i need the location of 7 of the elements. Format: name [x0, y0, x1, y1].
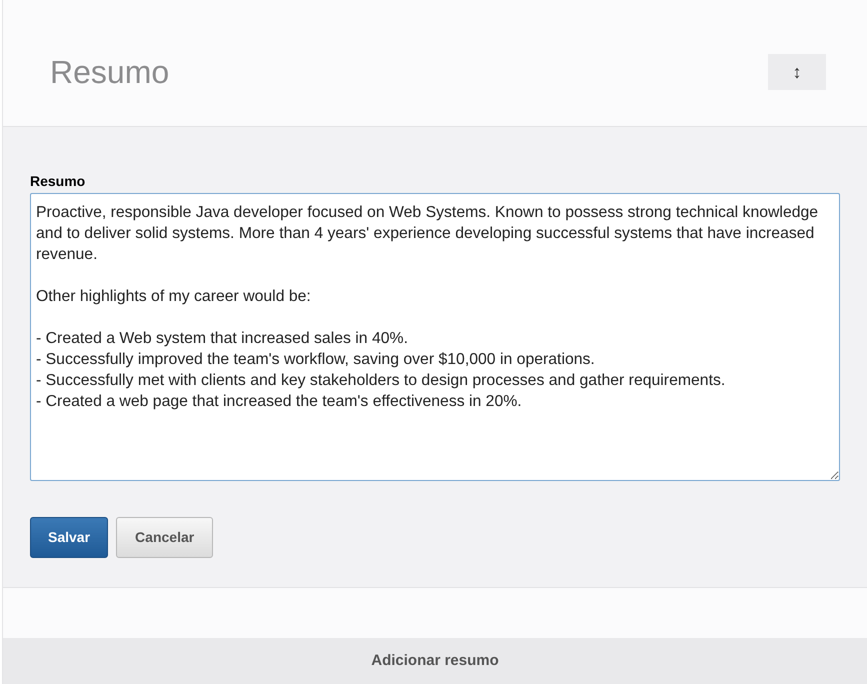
field-label: Resumo — [30, 172, 86, 190]
reorder-button[interactable]: ↕ — [768, 54, 826, 90]
save-button[interactable]: Salvar — [30, 517, 108, 558]
cancel-button[interactable]: Cancelar — [116, 517, 214, 558]
add-summary-button[interactable]: Adicionar resumo — [3, 638, 867, 684]
section-title: Resumo — [50, 53, 170, 92]
summary-textarea[interactable]: Proactive, responsible Java developer focused on Web Systems. Known to possess strong technical knowledge and to deliver solid systems. More than 4 years' experience developing successful systems that have increased revenue. Other highlights of my career would be: - Created a Web system that increased sales in 40%. - Successfully improved the team's workflow, saving over $10,000 in operations. - Successfully met with clients and key stakeholders to design processes and gather requirements. - Created a web page that increased the team's effectiveness in 20%. — [30, 193, 840, 481]
